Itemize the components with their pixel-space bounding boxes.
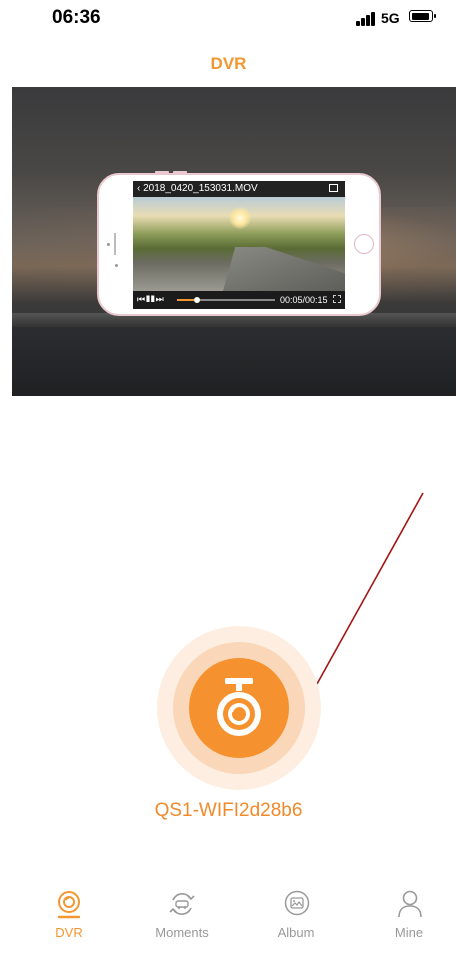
cast-icon bbox=[329, 184, 338, 192]
video-title: 2018_0420_153031.MOV bbox=[143, 183, 258, 194]
album-icon bbox=[284, 890, 310, 916]
phone-home-button bbox=[354, 234, 374, 254]
device-connect-area[interactable] bbox=[157, 626, 321, 790]
back-icon: ‹ bbox=[137, 183, 141, 194]
dvr-icon bbox=[57, 891, 81, 919]
status-bar: 06:36 5G bbox=[0, 0, 457, 40]
video-player-preview: ‹ 2018_0420_153031.MOV ⏮❚❚⏭ 00:05/00:15 bbox=[133, 181, 345, 309]
phone-mockup: ‹ 2018_0420_153031.MOV ⏮❚❚⏭ 00:05/00:15 bbox=[97, 171, 381, 316]
playback-controls-icon: ⏮❚❚⏭ bbox=[137, 294, 165, 304]
person-icon bbox=[398, 890, 422, 918]
video-time: 00:05/00:15 bbox=[280, 295, 328, 305]
tab-mine-label: Mine bbox=[394, 925, 424, 940]
bottom-tab-bar: DVR Moments Album Mine bbox=[0, 880, 457, 957]
device-name[interactable]: QS1-WIFI2d28b6 bbox=[0, 800, 457, 822]
device-connect-button[interactable] bbox=[189, 658, 289, 758]
video-progress-bar bbox=[177, 297, 275, 303]
tab-album-label: Album bbox=[277, 925, 315, 940]
moments-icon bbox=[169, 893, 195, 915]
tab-dvr-label: DVR bbox=[55, 925, 83, 940]
fullscreen-icon bbox=[333, 295, 341, 303]
banner-carousel[interactable]: ‹ 2018_0420_153031.MOV ⏮❚❚⏭ 00:05/00:15 bbox=[12, 87, 456, 396]
tab-moments-label: Moments bbox=[155, 925, 209, 940]
network-type: 5G bbox=[381, 10, 400, 26]
dashcam-icon bbox=[217, 678, 261, 736]
battery-icon bbox=[409, 10, 436, 22]
signal-icon bbox=[356, 12, 378, 26]
page-title: DVR bbox=[210, 54, 247, 73]
status-time: 06:36 bbox=[52, 7, 101, 28]
